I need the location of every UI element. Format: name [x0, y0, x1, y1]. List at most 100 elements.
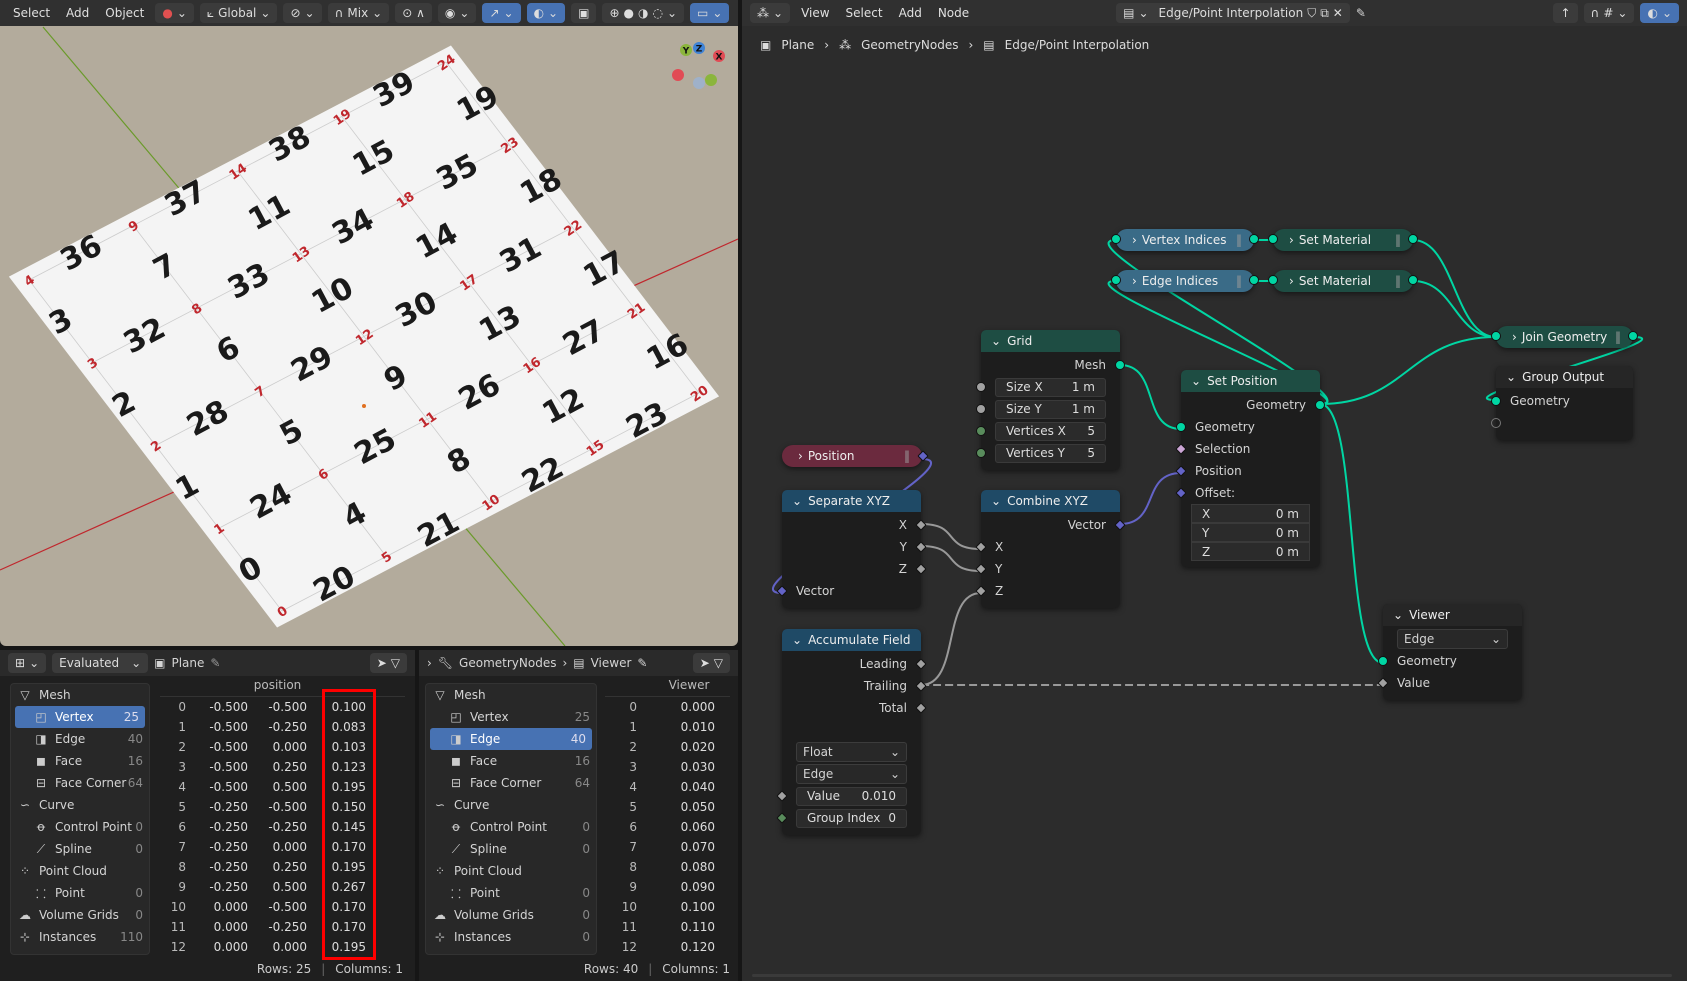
node-header[interactable]: ⌄ Accumulate Field [782, 629, 921, 651]
domain-control-point[interactable]: ꝋ Control Point 0 [11, 816, 149, 838]
value-field[interactable]: Vertices X 5 [995, 421, 1106, 441]
node-set-position[interactable]: ⌄ Set Position Geometry Geometry Selection Po… [1175, 370, 1325, 567]
menu-object[interactable]: Object [100, 6, 149, 20]
rendered-icon[interactable]: ◌ [652, 6, 662, 20]
pin-icon[interactable]: ✎ [637, 656, 647, 670]
output-socket[interactable] [1249, 275, 1259, 285]
gizmo-axis-negative[interactable] [693, 77, 705, 89]
3d-viewport[interactable]: 0 1 2 3 4 5 6 7 8 9 10 11 12 13 14 15 16 17 18 19 20 21 22 23 24… [0, 26, 738, 646]
node-group-output[interactable]: ⌄ Group Output Geometry [1491, 366, 1633, 440]
output-socket[interactable] [1408, 275, 1418, 285]
filter-buttons[interactable]: ➤ ▽ [369, 653, 407, 673]
shading-buttons[interactable]: ⊕ ● ◑ ◌ ⌄ [602, 3, 685, 23]
navigation-gizmo[interactable]: Y Z X [672, 42, 725, 89]
node-join-geometry[interactable]: › Join Geometry ‖ [1491, 326, 1638, 348]
input-socket[interactable] [1111, 275, 1121, 285]
input-socket[interactable] [1268, 275, 1278, 285]
domain-point[interactable]: ⸬ Point 0 [426, 882, 596, 904]
input-socket[interactable] [976, 404, 986, 414]
domain-point-cloud[interactable]: ⁘ Point Cloud [426, 860, 596, 882]
chevron-right-icon[interactable]: › [1132, 274, 1137, 288]
input-socket[interactable] [976, 382, 986, 392]
node-header[interactable]: ⌄ Viewer [1383, 604, 1522, 626]
domain-vertex[interactable]: ◰ Vertex 25 [15, 706, 145, 728]
chevron-right-icon[interactable]: › [1289, 274, 1294, 288]
domain-point[interactable]: ⸬ Point 0 [11, 882, 149, 904]
snap-dropdown[interactable]: ∩ Mix ⌄ [327, 3, 390, 23]
gizmo-axis-negative[interactable] [672, 69, 684, 81]
horizontal-scrollbar[interactable] [752, 974, 1672, 977]
dropdown[interactable]: Edge ⌄ [796, 764, 907, 784]
node-set-material-1[interactable]: › Set Material ‖ [1268, 229, 1418, 251]
node-grid[interactable]: ⌄ Grid Mesh Size X1 m Size Y1 m Vertices X 5 Ve… [976, 330, 1125, 470]
node-header[interactable]: ⌄ Set Position [1181, 370, 1320, 392]
domain-face[interactable]: ◼ Face 16 [426, 750, 596, 772]
domain-mesh[interactable]: ▽ Mesh [426, 684, 596, 706]
input-socket[interactable] [1491, 396, 1501, 406]
domain-vertex[interactable]: ◰ Vertex 25 [426, 706, 596, 728]
node-set-material-2[interactable]: › Set Material ‖ [1268, 270, 1418, 292]
xray-toggle[interactable]: ▣ [571, 3, 597, 23]
vector-component-field[interactable]: Z 0 m [1191, 542, 1310, 561]
domain-volume-grids[interactable]: ☁ Volume Grids 0 [426, 904, 596, 926]
domain-point-cloud[interactable]: ⁘ Point Cloud [11, 860, 149, 882]
chevron-down-icon[interactable]: ⌄ [1393, 608, 1403, 622]
material-icon[interactable]: ◑ [638, 6, 648, 20]
proportional-edit-button[interactable]: ⊙ ∧ [395, 3, 432, 23]
input-socket[interactable] [1111, 234, 1121, 244]
mode-selector[interactable]: ● ⌄ [155, 3, 194, 23]
output-socket[interactable] [1408, 234, 1418, 244]
node-position[interactable]: › Position ‖ [782, 445, 929, 467]
dropdown[interactable]: Float ⌄ [796, 742, 907, 762]
domain-curve[interactable]: ∽ Curve [426, 794, 596, 816]
domain-edge[interactable]: ◨ Edge 40 [11, 728, 149, 750]
input-socket[interactable] [1491, 418, 1501, 428]
filter-buttons[interactable]: ➤ ▽ [692, 653, 730, 673]
node-accumulate-field[interactable]: ⌄ Accumulate Field Leading Trailing Total Flo… [776, 629, 927, 835]
overlays-toggle[interactable]: ◐ ⌄ [526, 3, 566, 23]
node-viewer[interactable]: ⌄ Viewer Edge ⌄ Geometry Value [1377, 604, 1522, 700]
chevron-down-icon[interactable]: ⌄ [792, 633, 802, 647]
value-field[interactable]: Size X 1 m [995, 377, 1106, 397]
chevron-down-icon[interactable]: ⌄ [1191, 374, 1201, 388]
domain-control-point[interactable]: ꝋ Control Point 0 [426, 816, 596, 838]
chevron-right-icon[interactable]: › [1512, 330, 1517, 344]
wireframe-icon[interactable]: ⊕ [609, 6, 619, 20]
filter-icon[interactable]: ▽ [714, 656, 723, 670]
value-field[interactable]: Size Y 1 m [995, 399, 1106, 419]
node-separate-xyz[interactable]: ⌄ Separate XYZ X Y Z Vector [776, 490, 927, 608]
node-header[interactable]: ⌄ Group Output [1496, 366, 1633, 388]
output-socket[interactable] [1315, 400, 1325, 410]
domain-curve[interactable]: ∽ Curve [11, 794, 149, 816]
input-socket[interactable] [976, 426, 986, 436]
chevron-down-icon[interactable]: ⌄ [991, 334, 1001, 348]
editor-extra-toggle[interactable]: ▭ ⌄ [690, 3, 730, 23]
vector-component-field[interactable]: Y 0 m [1191, 523, 1310, 542]
selected-only-icon[interactable]: ➤ [377, 656, 387, 670]
chevron-down-icon[interactable]: ⌄ [1506, 370, 1516, 384]
node-combine-xyz[interactable]: ⌄ Combine XYZ Vector X Y Z [975, 490, 1126, 608]
transform-orientation-dropdown[interactable]: ⟀ Global ⌄ [199, 3, 278, 23]
gizmo-axis-negative[interactable] [705, 74, 717, 86]
node-edge-indices[interactable]: › Edge Indices ‖ [1111, 270, 1259, 292]
domain-volume-grids[interactable]: ☁ Volume Grids 0 [11, 904, 149, 926]
node-vertex-indices[interactable]: › Vertex Indices ‖ [1111, 229, 1259, 251]
solid-icon[interactable]: ● [624, 6, 634, 20]
input-socket[interactable] [1176, 422, 1186, 432]
pivot-dropdown[interactable]: ⊘ ⌄ [283, 3, 322, 23]
value-field[interactable]: Group Index 0 [796, 808, 907, 828]
pin-icon[interactable]: ✎ [210, 656, 220, 670]
input-socket[interactable] [1378, 656, 1388, 666]
domain-spline[interactable]: ⟋ Spline 0 [426, 838, 596, 860]
evaluation-mode-dropdown[interactable]: Evaluated ⌄ [52, 653, 149, 673]
output-socket[interactable] [1249, 234, 1259, 244]
node-header[interactable]: ⌄ Grid [981, 330, 1120, 352]
input-socket[interactable] [1268, 234, 1278, 244]
editor-type-button[interactable]: ⊞ ⌄ [8, 653, 47, 673]
gizmo-toggle[interactable]: ↗ ⌄ [482, 3, 521, 23]
menu-select[interactable]: Select [8, 6, 55, 20]
domain-face-corner[interactable]: ⊟ Face Corner 64 [11, 772, 149, 794]
dropdown[interactable]: Edge ⌄ [1397, 629, 1508, 649]
domain-mesh[interactable]: ▽ Mesh [11, 684, 149, 706]
output-socket[interactable] [1115, 360, 1125, 370]
